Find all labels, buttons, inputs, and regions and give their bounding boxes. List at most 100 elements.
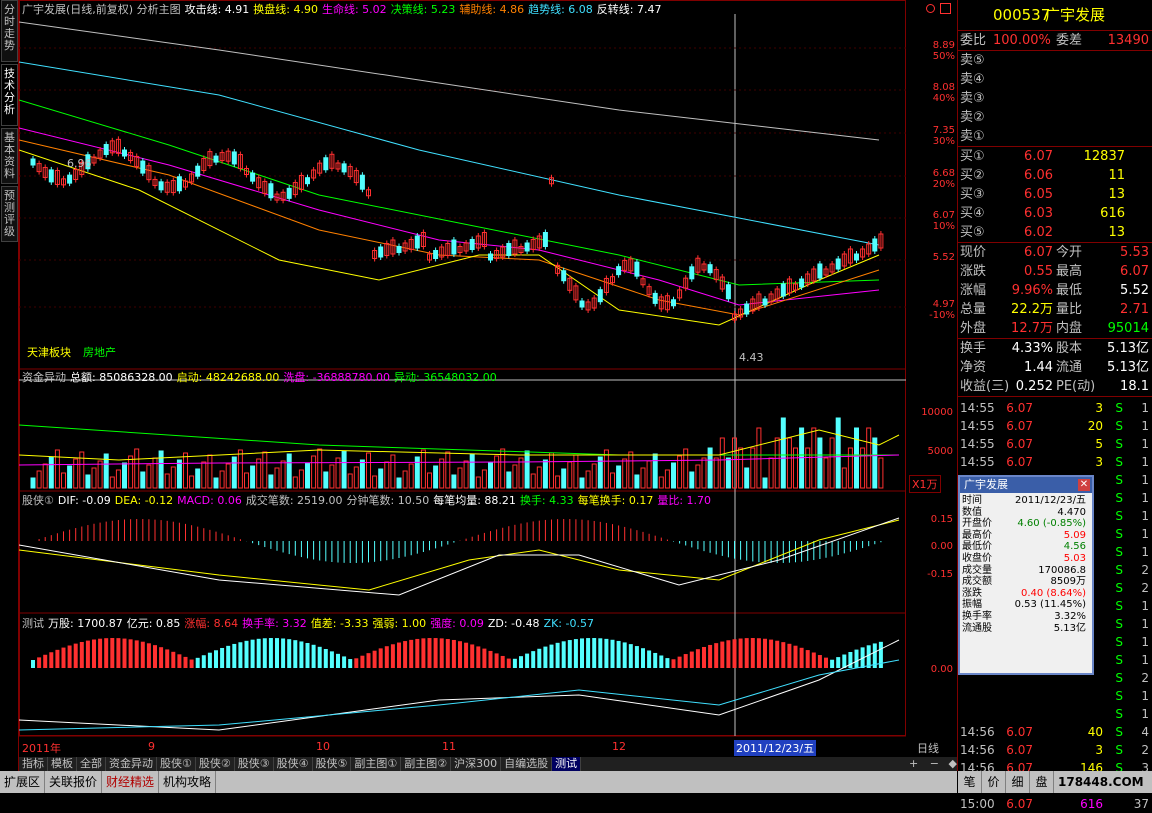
popup-row: 时间 2011/12/23/五 <box>960 495 1092 507</box>
indicator-tab[interactable]: 副主图② <box>401 757 452 771</box>
bottom-bar-button[interactable]: 财经精选 <box>102 771 160 793</box>
volume-bar <box>555 475 561 489</box>
price-percent: 10% <box>932 221 955 232</box>
indicator-bar <box>689 651 694 668</box>
indicator-tab[interactable]: 股侠④ <box>274 757 313 771</box>
maximize-icon[interactable] <box>940 3 951 14</box>
indicator-bar <box>336 653 340 668</box>
close-icon[interactable]: ✕ <box>1078 479 1090 491</box>
price-candle <box>250 172 256 182</box>
volume-bar <box>36 470 42 489</box>
quote-row: 换手 4.33% 股本 5.13亿 <box>958 339 1152 358</box>
indicator-tab[interactable]: 股侠⑤ <box>313 757 352 771</box>
indicator-bar <box>116 638 121 668</box>
axis-tick: 0.00 <box>930 541 953 552</box>
price-candle <box>634 261 640 277</box>
sell-level: 卖① <box>960 129 985 144</box>
tab-technical[interactable]: 技术分析 <box>1 64 18 126</box>
indicator-bar <box>409 639 414 668</box>
tab-label: 基本资料 <box>4 131 15 180</box>
indicator-bar <box>445 639 450 668</box>
stat-label: 外盘 <box>960 321 987 336</box>
indicator-bar <box>348 659 353 668</box>
popup-value: 5.09 <box>1063 529 1086 541</box>
indicator-tab[interactable]: 资金异动 <box>106 757 157 771</box>
indicator-bar <box>159 647 164 668</box>
volume-bar <box>823 457 829 489</box>
indicator-tab[interactable]: 股侠① <box>157 757 196 771</box>
chart-area[interactable]: 广宇发展(日线,前复权) 分析主图 攻击线: 4.91 换盘线: 4.90 生命线: … <box>19 0 957 757</box>
tab-intraday[interactable]: 分时走势 <box>1 0 18 62</box>
stat-value: 2.71 <box>1120 302 1149 317</box>
indicator-tab[interactable]: 全部 <box>77 757 106 771</box>
indicator-tab[interactable]: 股侠② <box>196 757 235 771</box>
indicator-bar <box>122 638 127 668</box>
volume-bar <box>439 458 445 489</box>
price-candle <box>835 258 841 270</box>
volume-bar <box>91 467 97 489</box>
price-candle <box>195 165 201 177</box>
volume-bar <box>85 474 91 489</box>
volume-bar <box>652 453 658 489</box>
tab-forecast[interactable]: 预测评级 <box>1 186 18 242</box>
stat-value: 5.52 <box>1120 283 1149 298</box>
volume-bar <box>488 462 493 489</box>
indicator-tab[interactable]: 自编选股 <box>501 757 553 771</box>
popup-label: 时间 <box>962 495 982 506</box>
sell-level: 卖④ <box>960 72 985 87</box>
indicator-value: 每笔换手: 0.17 <box>577 494 654 507</box>
indicator-value: ZD: -0.48 <box>487 617 540 630</box>
high-marker: 6.96 <box>67 157 92 170</box>
quote-row: 14:55 6.07 3 S 1 <box>958 399 1152 417</box>
volume-bar <box>237 449 243 489</box>
buy-price: 6.06 <box>1024 168 1053 183</box>
quote-tab[interactable]: 笔 <box>958 771 982 793</box>
indicator-value: 测试 <box>22 617 44 630</box>
quote-tab[interactable]: 细 <box>1006 771 1030 793</box>
price-percent: 30% <box>932 136 955 147</box>
volume-bar <box>549 452 554 489</box>
bottom-bar-button[interactable]: 机构攻略 <box>159 771 217 793</box>
indicator-tab[interactable]: 沪深300 <box>451 757 502 771</box>
price-value: 8.89 <box>932 40 955 51</box>
indicator-tab[interactable]: 指标 <box>19 757 48 771</box>
price-candle <box>30 158 36 166</box>
indicator-value: 换手: 4.33 <box>519 494 574 507</box>
tick-volume: 616 <box>1080 797 1103 811</box>
plus-icon[interactable]: + <box>909 757 918 770</box>
tick-time: 14:56 <box>960 725 995 739</box>
settings-icon[interactable] <box>926 4 935 13</box>
volume-bar <box>79 451 85 489</box>
indicator-tab[interactable]: 测试 <box>552 757 582 771</box>
indicator-tab[interactable]: 副主图① <box>351 757 402 771</box>
tick-price: 6.07 <box>1006 419 1033 433</box>
volume-bar <box>219 470 225 489</box>
bottom-bar-button[interactable]: 扩展区 <box>0 771 46 793</box>
volume-bar <box>366 452 371 489</box>
indicator-bar <box>451 639 456 668</box>
stat-label: 涨跌 <box>960 264 987 279</box>
volume-bar <box>481 469 487 489</box>
indicator-bar <box>787 643 792 668</box>
indicator-tab[interactable]: 股侠③ <box>235 757 274 771</box>
tab-fundamentals[interactable]: 基本资料 <box>1 128 18 184</box>
dea-line <box>19 519 900 591</box>
stat-label: 今开 <box>1056 245 1083 260</box>
indicator-bar <box>512 658 517 668</box>
scroll-icon[interactable]: ◆ <box>948 757 956 770</box>
indicator-bar <box>177 654 182 668</box>
indicator-bar <box>476 646 481 668</box>
popup-label: 振幅 <box>962 599 982 611</box>
minus-icon[interactable]: − <box>930 757 939 770</box>
volume-bar <box>835 417 841 489</box>
indicator-tab[interactable]: 模板 <box>48 757 77 771</box>
volume-bar <box>786 437 792 489</box>
volume-bar <box>250 465 256 489</box>
tick-time: 14:55 <box>960 437 995 451</box>
tick-time: 15:00 <box>960 797 995 811</box>
indicator-bar <box>73 643 78 668</box>
bottom-bar-button[interactable]: 关联报价 <box>45 771 103 793</box>
quote-tab[interactable]: 价 <box>982 771 1006 793</box>
indicator-bar <box>354 658 359 668</box>
quote-tab[interactable]: 盘 <box>1030 771 1054 793</box>
